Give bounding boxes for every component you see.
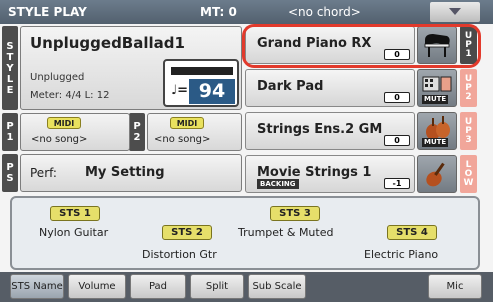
sts-panel: STS 1 Nylon Guitar STS 2 Distortion Gtr …: [10, 196, 480, 270]
synth-pad-icon[interactable]: MUTE: [417, 69, 457, 107]
tab-volume[interactable]: Volume: [68, 274, 126, 299]
chord-display: <no chord>: [288, 5, 361, 19]
violin-icon[interactable]: [417, 155, 457, 193]
tab-bar: STS Name Volume Pad Split Sub Scale Mic: [0, 272, 493, 302]
side-label-style: STYLE: [2, 26, 18, 110]
mute-badge: MUTE: [422, 95, 449, 104]
style-panel[interactable]: UnpluggedBallad1 Unplugged Meter: 4/4 L:…: [20, 26, 242, 110]
sts-4-label: Electric Piano: [364, 248, 439, 261]
tab-split[interactable]: Split: [190, 274, 244, 299]
tempo-value: 94: [189, 79, 235, 104]
style-meter: Meter: 4/4 L: 12: [30, 90, 110, 101]
tab-mic[interactable]: Mic: [428, 274, 482, 299]
player-1-panel[interactable]: MIDI <no song>: [20, 113, 130, 151]
beat-indicator: [171, 67, 233, 75]
side-label-p1: P1: [2, 113, 18, 151]
style-category: Unplugged: [30, 72, 85, 83]
octave-indicator: 0: [384, 92, 410, 103]
sts-1-label: Nylon Guitar: [39, 226, 109, 239]
player-2-song: <no song>: [154, 134, 211, 145]
sound-upper-3[interactable]: Strings Ens.2 GM 0: [245, 112, 415, 150]
midi-badge: MIDI: [170, 117, 204, 129]
tempo-display[interactable]: ♩= 94: [163, 59, 239, 107]
performance-name: My Setting: [85, 165, 165, 180]
sts-2-button[interactable]: STS 2: [162, 225, 212, 240]
tab-sub-scale[interactable]: Sub Scale: [248, 274, 306, 299]
page-title: STYLE PLAY: [8, 5, 87, 19]
part-label-up2: UP2: [460, 69, 477, 107]
sts-1-button[interactable]: STS 1: [50, 206, 100, 221]
side-label-p2: P2: [129, 113, 145, 151]
sts-4-button[interactable]: STS 4: [387, 225, 437, 240]
part-label-up3: UP3: [460, 112, 477, 150]
tab-sts-name[interactable]: STS Name: [10, 274, 64, 299]
sts-3-label: Trumpet & Muted: [238, 226, 334, 239]
player-2-panel[interactable]: MIDI <no song>: [147, 113, 242, 151]
performance-panel[interactable]: Perf: My Setting: [20, 154, 242, 192]
sts-2-label: Distortion Gtr: [142, 248, 217, 261]
sound-lower[interactable]: Movie Strings 1 BACKING -1: [245, 155, 415, 193]
quarter-note-icon: ♩=: [171, 83, 189, 98]
octave-indicator: 0: [384, 135, 410, 146]
mute-badge: MUTE: [422, 138, 449, 147]
midi-badge: MIDI: [47, 117, 81, 129]
sts-3-button[interactable]: STS 3: [270, 206, 320, 221]
menu-button[interactable]: [430, 2, 480, 22]
player-1-song: <no song>: [31, 134, 88, 145]
sound-name: Dark Pad: [257, 79, 324, 94]
selected-sound-highlight: [242, 24, 481, 68]
tab-pad[interactable]: Pad: [130, 274, 186, 299]
style-play-screen: STYLE PLAY MT: 0 <no chord> STYLE P1 P2 …: [0, 0, 493, 302]
part-label-low: LOW: [460, 155, 477, 193]
sound-name: Strings Ens.2 GM: [257, 122, 383, 137]
strings-icon[interactable]: MUTE: [417, 112, 457, 150]
side-label-ps: PS: [2, 154, 18, 192]
octave-indicator: -1: [384, 178, 410, 189]
sound-name: Movie Strings 1: [257, 165, 372, 180]
master-transpose: MT: 0: [200, 5, 237, 19]
performance-label: Perf:: [30, 166, 57, 180]
header-bar: STYLE PLAY MT: 0 <no chord>: [0, 0, 493, 24]
style-name: UnpluggedBallad1: [30, 34, 185, 52]
backing-badge: BACKING: [257, 179, 299, 189]
sound-upper-2[interactable]: Dark Pad 0: [245, 69, 415, 107]
